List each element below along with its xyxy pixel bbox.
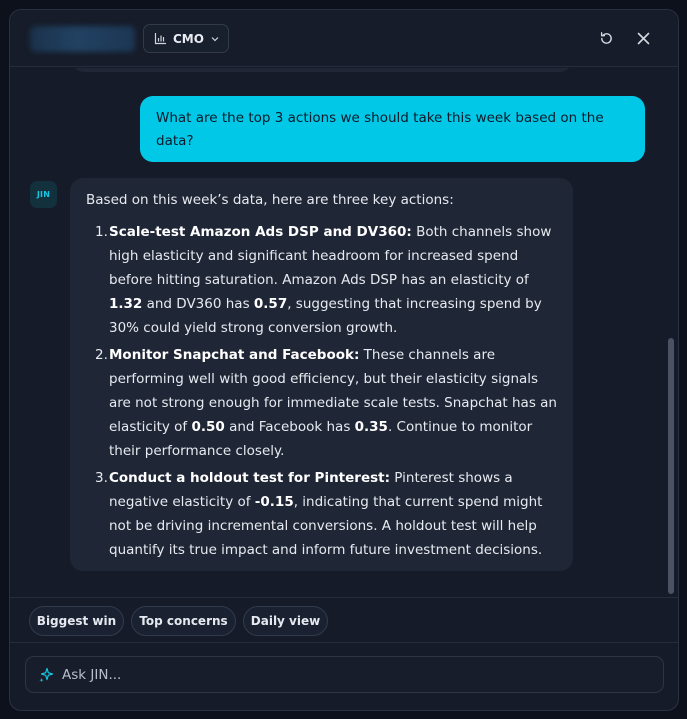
action-number: 2.: [95, 347, 108, 363]
close-icon: [637, 32, 649, 44]
action-value: 1.32: [109, 296, 143, 312]
refresh-button[interactable]: [596, 28, 616, 48]
action-item: 1. Scale-test Amazon Ads DSP and DV360: …: [86, 220, 557, 340]
suggestion-biggest-win[interactable]: Biggest win: [29, 606, 124, 636]
ask-input[interactable]: [62, 666, 622, 683]
action-value: 0.50: [191, 419, 225, 435]
chat-window: CMO What are the top 3 actions we should…: [9, 9, 679, 711]
role-select[interactable]: CMO: [143, 24, 229, 53]
suggestion-daily-view[interactable]: Daily view: [243, 606, 328, 636]
refresh-icon: [600, 31, 612, 44]
suggestion-bar: Biggest win Top concerns Daily view: [10, 597, 678, 643]
chat-scrollbar[interactable]: [668, 338, 674, 594]
sparkle-icon: [39, 667, 54, 682]
action-title: Conduct a holdout test for Pinterest:: [109, 470, 390, 486]
blurred-logo: [30, 26, 135, 52]
message-list: What are the top 3 actions we should tak…: [10, 68, 678, 596]
user-message: What are the top 3 actions we should tak…: [140, 96, 645, 162]
action-item: 3. Conduct a holdout test for Pinterest:…: [86, 466, 557, 562]
action-item: 2. Monitor Snapchat and Facebook: These …: [86, 343, 557, 463]
action-value: 0.57: [253, 296, 288, 312]
action-list: 1. Scale-test Amazon Ads DSP and DV360: …: [86, 220, 557, 562]
action-value: -0.15: [254, 494, 294, 510]
bar-chart-icon: [154, 33, 166, 45]
chevron-down-icon: [211, 36, 219, 41]
action-number: 3.: [95, 470, 108, 486]
chat-header: CMO: [10, 10, 678, 67]
assistant-message: Based on this week’s data, here are thre…: [70, 178, 573, 571]
assistant-avatar: JIN: [30, 181, 57, 208]
action-text: and DV360 has: [142, 296, 254, 312]
action-number: 1.: [95, 224, 108, 240]
action-title: Scale-test Amazon Ads DSP and DV360:: [109, 224, 412, 240]
suggestion-top-concerns[interactable]: Top concerns: [131, 606, 236, 636]
message-composer: [25, 656, 664, 693]
role-select-label: CMO: [173, 31, 204, 46]
action-title: Monitor Snapchat and Facebook:: [109, 347, 360, 363]
close-button[interactable]: [633, 28, 653, 48]
action-value: 0.35: [354, 419, 388, 435]
action-text: and Facebook has: [224, 419, 355, 435]
assistant-intro: Based on this week’s data, here are thre…: [86, 192, 454, 208]
previous-message-bubble: [72, 68, 572, 72]
